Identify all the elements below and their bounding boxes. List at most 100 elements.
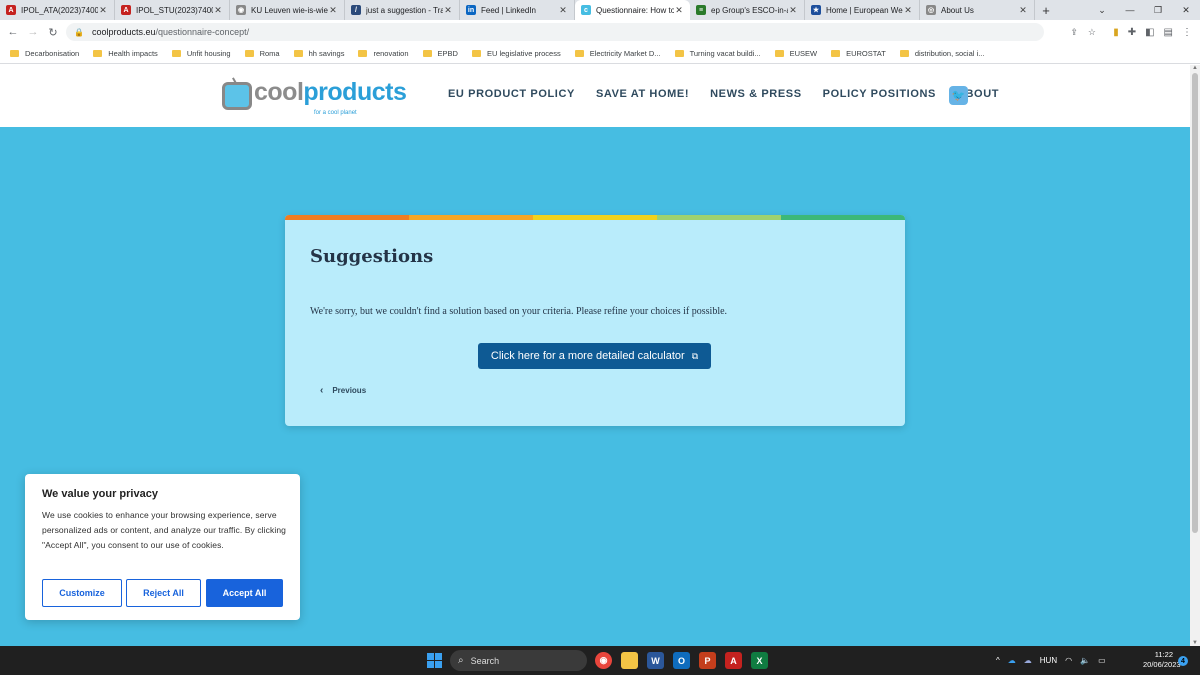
share-icon[interactable]: ⇪ — [1070, 27, 1078, 38]
nav-save-at-home[interactable]: SAVE AT HOME! — [596, 88, 689, 100]
close-tab-icon[interactable]: ✕ — [558, 5, 568, 16]
acrobat-icon[interactable]: A — [725, 652, 742, 669]
taskbar-search[interactable]: ⌕ Search — [450, 650, 587, 671]
nav-policy-positions[interactable]: POLICY POSITIONS — [823, 88, 936, 100]
close-tab-icon[interactable]: ✕ — [674, 5, 684, 16]
bookmark-folder[interactable]: EUROSTAT — [831, 49, 886, 58]
tab-title: just a suggestion - Tra — [366, 5, 443, 15]
folder-icon — [471, 50, 481, 57]
reject-all-button[interactable]: Reject All — [126, 579, 201, 607]
accept-all-button[interactable]: Accept All — [206, 579, 283, 607]
taskbar-clock[interactable]: 11:22 20/06/2023 — [1143, 650, 1181, 670]
word-icon[interactable]: W — [647, 652, 664, 669]
close-tab-icon[interactable]: ✕ — [903, 5, 913, 16]
browser-tab[interactable]: ≡ ep Group's ESCO-in-a ✕ — [690, 0, 805, 20]
tab-title: IPOL_STU(2023)74008 — [136, 5, 213, 15]
forward-button[interactable]: → — [26, 26, 40, 38]
new-tab-button[interactable]: + — [1035, 0, 1057, 20]
bookmark-folder[interactable]: Turning vacat buildi... — [674, 49, 761, 58]
pdf-icon: A — [6, 5, 16, 15]
bookmark-folder[interactable]: hh savings — [293, 49, 345, 58]
back-button[interactable]: ← — [6, 26, 20, 38]
globe-icon: ◉ — [236, 5, 246, 15]
wifi-icon[interactable]: ◠ — [1065, 656, 1072, 665]
coolproducts-logo[interactable]: coolproducts for a cool planet — [222, 78, 407, 116]
color-bar-segment — [409, 215, 533, 220]
volume-icon[interactable]: 🔈 — [1080, 656, 1090, 665]
browser-tab[interactable]: c Questionnaire: How to ✕ — [575, 0, 690, 20]
cloud-icon[interactable]: ☁ — [1024, 656, 1032, 665]
onedrive-icon[interactable]: ☁ — [1008, 656, 1016, 665]
notification-badge[interactable]: 4 — [1178, 656, 1188, 666]
close-tab-icon[interactable]: ✕ — [213, 5, 223, 16]
browser-tab[interactable]: in Feed | LinkedIn ✕ — [460, 0, 575, 20]
bookmark-folder[interactable]: renovation — [358, 49, 409, 58]
bookmark-label: hh savings — [308, 49, 345, 58]
bookmark-folder[interactable]: distribution, social i... — [899, 49, 984, 58]
address-bar[interactable]: 🔒 coolproducts.eu/questionnaire-concept/ — [66, 23, 1044, 41]
web-page: coolproducts for a cool planet EU PRODUC… — [0, 65, 1190, 646]
bookmark-folder[interactable]: Electricity Market D... — [574, 49, 661, 58]
menu-icon[interactable]: ⋮ — [1182, 27, 1192, 38]
show-hidden-icons-icon[interactable]: ^ — [996, 656, 1000, 665]
bookmark-folder[interactable]: EPBD — [422, 49, 458, 58]
close-tab-icon[interactable]: ✕ — [1018, 5, 1028, 16]
browser-tab[interactable]: A IPOL_ATA(2023)74008 ✕ — [0, 0, 115, 20]
close-tab-icon[interactable]: ✕ — [788, 5, 798, 16]
bookmark-label: Unfit housing — [186, 49, 231, 58]
restore-button[interactable]: ❐ — [1144, 0, 1172, 20]
folder-icon — [422, 50, 432, 57]
nav-news-press[interactable]: NEWS & PRESS — [710, 88, 802, 100]
close-tab-icon[interactable]: ✕ — [98, 5, 108, 16]
customize-button[interactable]: Customize — [42, 579, 122, 607]
outlook-icon[interactable]: O — [673, 652, 690, 669]
battery-icon[interactable]: ▭ — [1098, 656, 1106, 665]
external-link-icon: ⧉ — [691, 350, 699, 361]
page-scrollbar[interactable]: ▲ ▼ — [1190, 65, 1200, 646]
windows-start-icon[interactable] — [427, 653, 442, 668]
browser-tab[interactable]: A IPOL_STU(2023)74008 ✕ — [115, 0, 230, 20]
browser-tab[interactable]: ◉ KU Leuven wie-is-wie ✕ — [230, 0, 345, 20]
browser-tab[interactable]: ◎ About Us ✕ — [920, 0, 1035, 20]
side-panel-icon[interactable]: ◧ — [1145, 27, 1154, 38]
reload-button[interactable]: ↻ — [46, 26, 60, 39]
profile-icon[interactable]: ▤ — [1164, 27, 1173, 38]
bookmark-star-icon[interactable]: ☆ — [1088, 27, 1096, 38]
scroll-up-icon[interactable]: ▲ — [1192, 65, 1198, 71]
bookmark-folder[interactable]: Roma — [244, 49, 280, 58]
bookmark-folder[interactable]: Unfit housing — [171, 49, 231, 58]
minimize-button[interactable]: — — [1116, 0, 1144, 20]
bookmark-folder[interactable]: Health impacts — [93, 49, 158, 58]
bookmark-folder[interactable]: EUSEW — [774, 49, 817, 58]
puzzle-extensions-icon[interactable]: ✚ — [1128, 27, 1136, 38]
extension-icon[interactable]: ▮ — [1113, 27, 1119, 38]
twitter-icon[interactable]: 🐦 — [949, 86, 968, 105]
windows-taskbar: ⌕ Search ◉ W O P A X ^ ☁ ☁ HUN ◠ 🔈 ▭ 11:… — [0, 646, 1200, 675]
chrome-icon[interactable]: ◉ — [595, 652, 612, 669]
bookmark-folder[interactable]: EU legislative process — [471, 49, 561, 58]
tab-title: KU Leuven wie-is-wie — [251, 5, 328, 15]
close-tab-icon[interactable]: ✕ — [328, 5, 338, 16]
close-window-button[interactable]: ✕ — [1172, 0, 1200, 20]
folder-icon — [93, 50, 103, 57]
detailed-calculator-button[interactable]: Click here for a more detailed calculato… — [478, 343, 711, 369]
scrollbar-thumb[interactable] — [1192, 73, 1198, 533]
bookmark-label: Electricity Market D... — [589, 49, 661, 58]
cookie-message: We use cookies to enhance your browsing … — [42, 510, 287, 550]
file-explorer-icon[interactable] — [621, 652, 638, 669]
lock-icon[interactable]: 🔒 — [74, 28, 84, 37]
browser-tab[interactable]: ★ Home | European Wee ✕ — [805, 0, 920, 20]
chevron-left-icon: ‹ — [320, 385, 324, 396]
excel-icon[interactable]: X — [751, 652, 768, 669]
bookmark-folder[interactable]: Decarbonisation — [10, 49, 79, 58]
powerpoint-icon[interactable]: P — [699, 652, 716, 669]
close-tab-icon[interactable]: ✕ — [443, 5, 453, 16]
tab-search-icon[interactable]: ⌄ — [1088, 0, 1116, 20]
suggestions-card: Suggestions We're sorry, but we couldn't… — [285, 215, 905, 426]
language-indicator[interactable]: HUN — [1040, 656, 1057, 665]
browser-tab[interactable]: / just a suggestion - Tra ✕ — [345, 0, 460, 20]
previous-link[interactable]: ‹ Previous — [320, 385, 366, 396]
nav-eu-product-policy[interactable]: EU PRODUCT POLICY — [448, 88, 575, 100]
bookmark-label: EPBD — [437, 49, 458, 58]
linkedin-icon: in — [466, 5, 476, 15]
